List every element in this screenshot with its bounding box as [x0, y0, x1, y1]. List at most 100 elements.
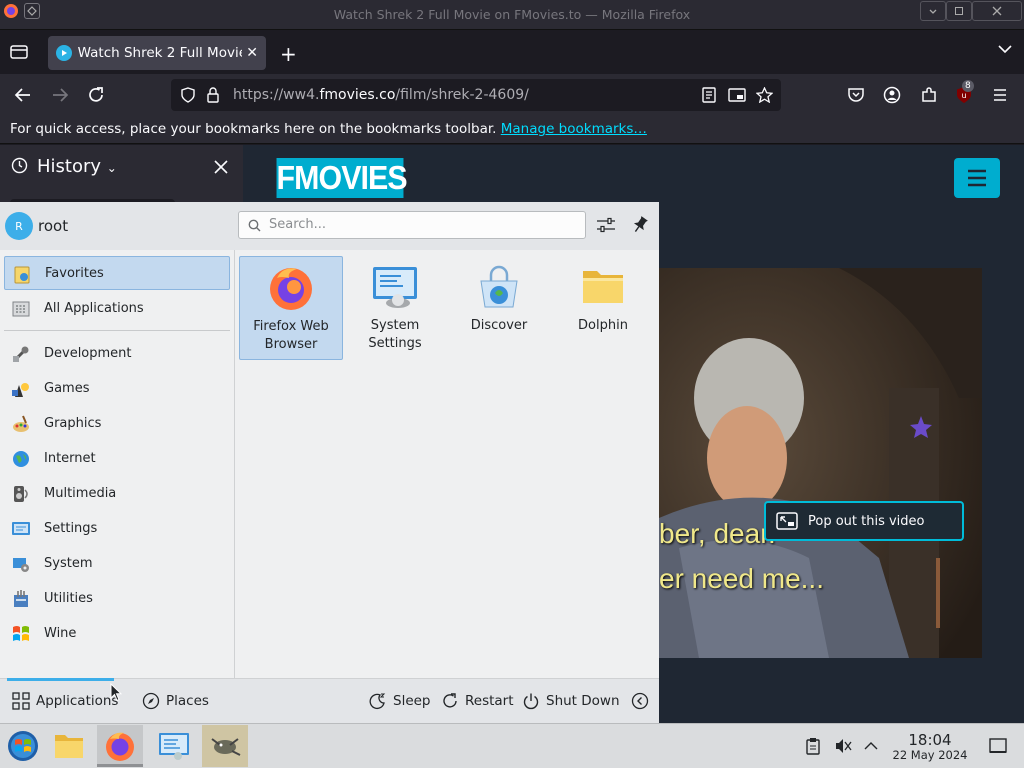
minimize-button[interactable]: [920, 1, 946, 21]
category-wine[interactable]: Wine: [4, 616, 230, 650]
firefox-view-icon[interactable]: [10, 44, 28, 60]
taskbar-dolphin[interactable]: [46, 725, 92, 767]
close-window-button[interactable]: [972, 1, 1022, 21]
clock-time[interactable]: 18:04: [886, 731, 974, 749]
folder-icon: [579, 263, 627, 311]
power-icon: [523, 693, 539, 710]
pocket-icon[interactable]: [847, 86, 865, 104]
forward-button[interactable]: [51, 86, 69, 104]
volume-muted-icon[interactable]: [834, 737, 852, 755]
sidebar-title[interactable]: History ⌄: [37, 156, 117, 177]
category-graphics[interactable]: Graphics: [4, 406, 230, 440]
tab-active[interactable]: Watch Shrek 2 Full Movie on FMovies.to ✕: [48, 36, 266, 70]
category-development[interactable]: Development: [4, 336, 230, 370]
app-firefox[interactable]: Firefox Web Browser: [239, 256, 343, 360]
tab-title: Watch Shrek 2 Full Movie on FMovies.to: [77, 45, 243, 61]
back-button[interactable]: [14, 86, 32, 104]
hamburger-menu-icon[interactable]: [991, 86, 1009, 104]
restart-button[interactable]: Restart: [441, 692, 514, 710]
settings-icon: [11, 519, 31, 539]
search-input[interactable]: Search...: [238, 211, 586, 239]
mouse-cursor: [110, 683, 122, 702]
category-settings[interactable]: Settings: [4, 511, 230, 545]
chevron-up-icon[interactable]: [863, 737, 879, 755]
shutdown-button[interactable]: Shut Down: [522, 692, 620, 710]
bookmarks-message: For quick access, place your bookmarks h…: [10, 121, 497, 137]
extensions-icon[interactable]: [920, 86, 938, 104]
folder-icon: [55, 735, 83, 758]
chevron-down-icon[interactable]: [998, 44, 1012, 54]
taskbar-firefox[interactable]: [97, 725, 143, 767]
subtitle-line-1: ber, dear.: [659, 518, 776, 549]
avatar[interactable]: R: [5, 212, 33, 240]
fmovies-logo[interactable]: FMOVIES: [276, 158, 408, 198]
category-favorites[interactable]: Favorites: [4, 256, 230, 290]
lock-icon[interactable]: [206, 87, 220, 103]
manage-bookmarks-link[interactable]: Manage bookmarks…: [501, 121, 647, 137]
url-text: https://ww4.fmovies.co/film/shrek-2-4609…: [233, 87, 529, 103]
category-games[interactable]: Games: [4, 371, 230, 405]
pin-icon[interactable]: [632, 216, 648, 234]
app-system-settings[interactable]: System Settings: [343, 256, 447, 360]
site-menu-button[interactable]: [954, 158, 1000, 198]
grid-icon: [12, 692, 30, 710]
username: root: [38, 217, 69, 235]
restart-icon: [443, 693, 457, 708]
shield-icon[interactable]: [180, 87, 196, 103]
taskbar-system-settings[interactable]: [151, 725, 197, 767]
close-sidebar-icon[interactable]: [213, 159, 229, 175]
gimp-icon: [211, 738, 241, 756]
clipboard-icon[interactable]: [805, 737, 821, 755]
show-desktop-icon[interactable]: [989, 737, 1007, 755]
category-internet[interactable]: Internet: [4, 441, 230, 475]
firefox-icon: [267, 264, 315, 312]
category-multimedia[interactable]: Multimedia: [4, 476, 230, 510]
graphics-icon: [11, 414, 31, 434]
chevron-left-icon: [631, 692, 649, 710]
system-icon: [11, 554, 31, 574]
app-discover[interactable]: Discover: [447, 256, 551, 360]
reader-view-icon[interactable]: [701, 87, 717, 103]
app-dolphin[interactable]: Dolphin: [551, 256, 655, 360]
new-tab-button[interactable]: +: [280, 42, 297, 66]
picture-in-picture-icon[interactable]: [728, 87, 746, 103]
close-tab-icon[interactable]: ✕: [246, 45, 258, 61]
wine-icon: [11, 624, 31, 644]
tab-places[interactable]: Places: [142, 692, 209, 710]
navigation-toolbar: https://ww4.fmovies.co/film/shrek-2-4609…: [0, 74, 1024, 116]
favorites-icon: [12, 265, 32, 285]
video-player[interactable]: [659, 268, 982, 658]
internet-icon: [11, 449, 31, 469]
category-system[interactable]: System: [4, 546, 230, 580]
category-separator: [4, 330, 230, 331]
search-icon: [248, 219, 261, 232]
window-menu-icon[interactable]: [24, 3, 40, 19]
active-tab-indicator: [7, 678, 114, 681]
firefox-icon: [106, 732, 134, 761]
maximize-button[interactable]: [946, 1, 972, 21]
pip-toggle-button[interactable]: Pop out this video: [764, 501, 964, 541]
launcher-divider: [234, 250, 235, 678]
start-orb-icon: [8, 731, 38, 761]
subtitle-line-2: er need me...: [659, 563, 824, 594]
system-settings-icon: [371, 263, 419, 311]
start-menu-button[interactable]: [0, 725, 46, 767]
discover-icon: [475, 263, 523, 311]
clock-date[interactable]: 22 May 2024: [886, 748, 974, 762]
sleep-button[interactable]: Sleep: [369, 692, 431, 710]
category-all-applications[interactable]: All Applications: [4, 291, 230, 325]
configure-icon[interactable]: [596, 216, 616, 234]
taskbar-app[interactable]: [202, 725, 248, 767]
system-settings-icon: [159, 733, 189, 760]
reload-button[interactable]: [87, 86, 105, 104]
pip-label: Pop out this video: [808, 513, 925, 529]
tab-applications[interactable]: Applications: [12, 692, 118, 710]
leave-more-button[interactable]: [631, 692, 655, 710]
account-icon[interactable]: [883, 86, 901, 104]
all-apps-icon: [11, 299, 31, 319]
category-utilities[interactable]: Utilities: [4, 581, 230, 615]
compass-icon: [142, 692, 160, 710]
tab-bar: Watch Shrek 2 Full Movie on FMovies.to ✕…: [0, 30, 1024, 74]
url-bar[interactable]: https://ww4.fmovies.co/film/shrek-2-4609…: [171, 79, 781, 111]
bookmark-star-icon[interactable]: [756, 87, 773, 103]
